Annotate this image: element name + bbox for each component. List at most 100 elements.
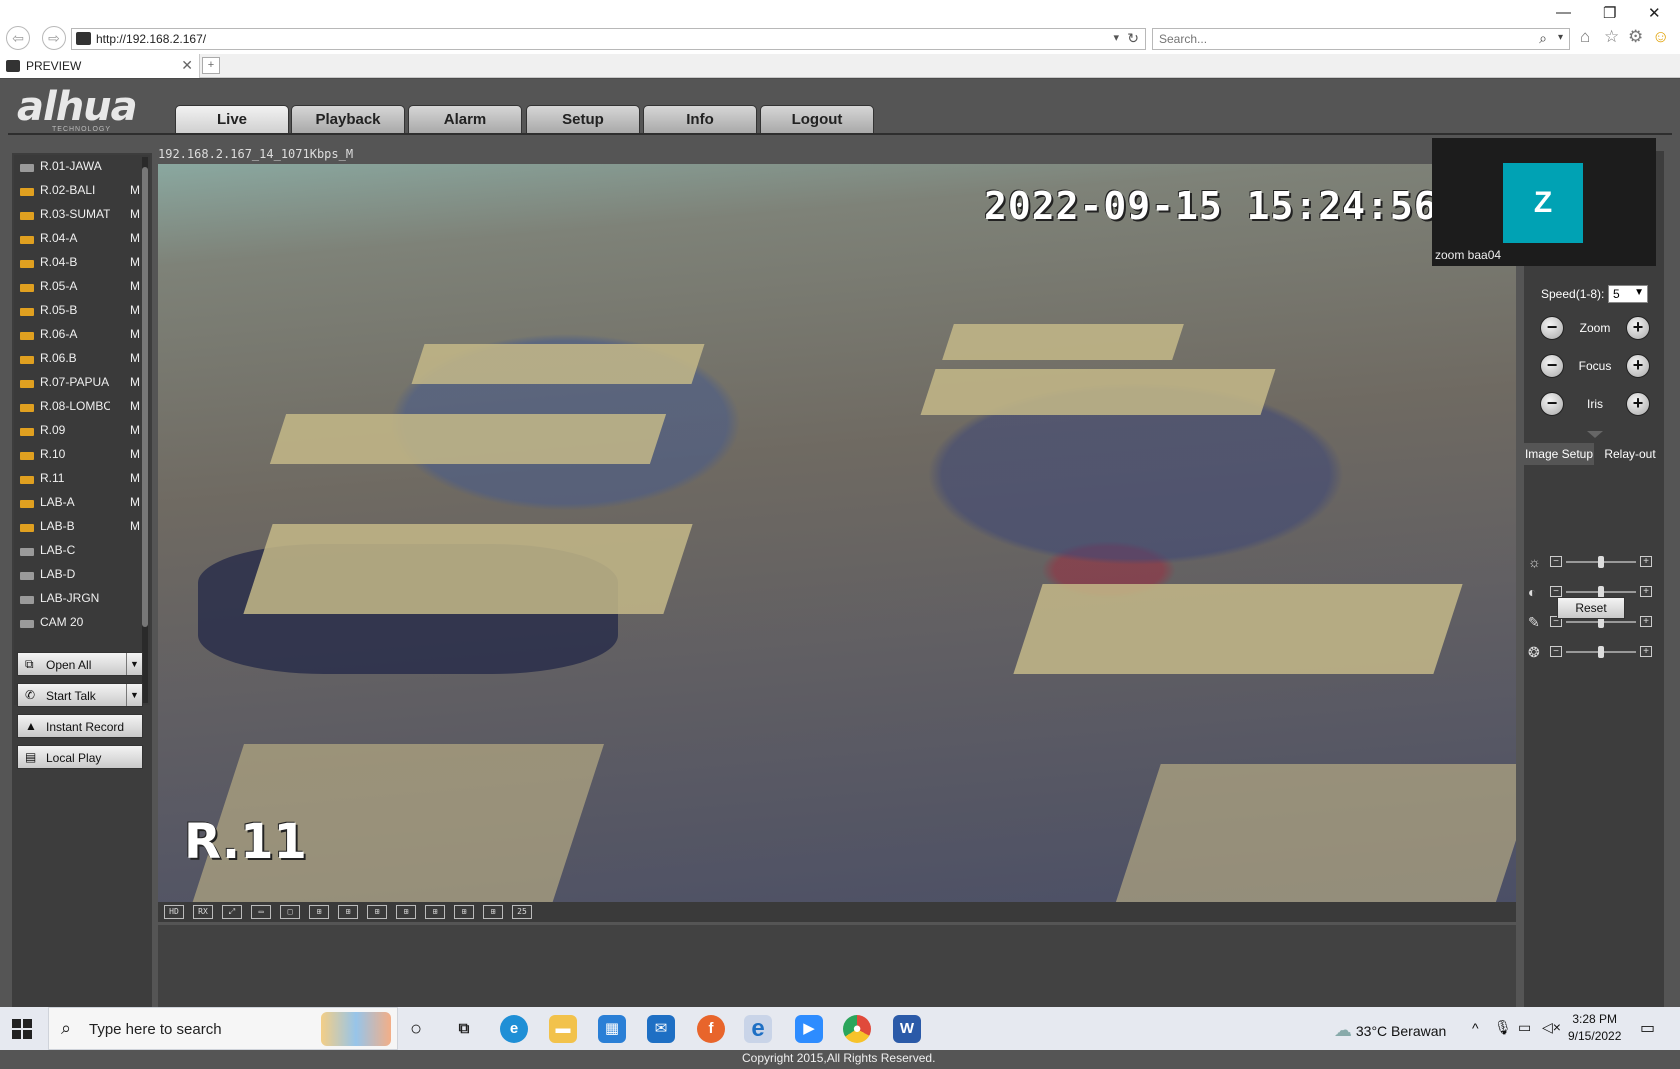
search-icon[interactable]: ⌕ (1539, 30, 1547, 47)
camera-item[interactable]: R.02-BALI M (14, 179, 144, 203)
internet-explorer-icon[interactable]: e (744, 1015, 772, 1043)
microphone-icon[interactable]: 🎙 (1494, 1019, 1512, 1062)
camera-item[interactable]: R.08-LOMBOK M (14, 395, 144, 419)
search-dropdown-icon[interactable]: ▾ (1558, 32, 1563, 43)
slider-knob[interactable] (1598, 556, 1604, 568)
cortana-icon[interactable]: ○ (402, 1015, 430, 1043)
layout-button-5[interactable]: □ (280, 905, 300, 919)
layout-button-4[interactable]: ▭ (251, 905, 271, 919)
favorites-star-icon[interactable]: ☆ (1604, 27, 1619, 47)
camera-item[interactable]: R.10 M (14, 443, 144, 467)
new-tab-button[interactable]: + (202, 57, 220, 74)
nav-tab-live[interactable]: Live (175, 105, 289, 133)
camera-item[interactable]: LAB-JRGN (14, 587, 144, 611)
iris-close-button[interactable]: − (1540, 392, 1564, 416)
zoom-out-button[interactable]: − (1540, 316, 1564, 340)
ptz-speed-select[interactable]: 5 ▼ (1608, 285, 1648, 303)
minimize-icon[interactable]: — (1556, 4, 1571, 21)
slider-track[interactable] (1566, 646, 1636, 658)
camera-list[interactable]: R.01-JAWA R.02-BALI M R.03-SUMATERA M R.04-A M… (14, 155, 150, 705)
restore-icon[interactable]: ❐ (1603, 4, 1616, 22)
layout-button-11[interactable]: ⊞ (454, 905, 474, 919)
browser-search-box[interactable]: ⌕ ▾ (1152, 28, 1570, 50)
slider-increase-button[interactable]: + (1640, 616, 1652, 627)
feedback-smiley-icon[interactable]: ☺ (1652, 27, 1669, 47)
layout-button-3[interactable]: ⤢ (222, 905, 242, 919)
focus-far-button[interactable]: + (1626, 354, 1650, 378)
camera-item[interactable]: CAM 20 (14, 611, 144, 635)
camera-item[interactable]: R.05-A M (14, 275, 144, 299)
slider-decrease-button[interactable]: − (1550, 556, 1562, 567)
forward-button[interactable]: ⇨ (42, 26, 66, 50)
browser-search-input[interactable] (1159, 32, 1499, 46)
camera-item[interactable]: LAB-D (14, 563, 144, 587)
tab-close-icon[interactable]: ✕ (181, 57, 193, 74)
slider-knob[interactable] (1598, 646, 1604, 658)
network-icon[interactable]: ▭ (1518, 1019, 1531, 1062)
volume-icon[interactable]: ◁× (1542, 1019, 1561, 1062)
mail-icon[interactable]: ✉ (647, 1015, 675, 1043)
camera-item[interactable]: R.01-JAWA (14, 155, 144, 179)
slider-increase-button[interactable]: + (1640, 556, 1652, 567)
tab-image-setup[interactable]: Image Setup (1524, 443, 1594, 465)
ptz-collapse-arrow-icon[interactable] (1587, 431, 1603, 438)
camera-item[interactable]: R.11 M (14, 467, 144, 491)
camera-item[interactable]: R.09 M (14, 419, 144, 443)
camera-item[interactable]: R.04-A M (14, 227, 144, 251)
slider-decrease-button[interactable]: − (1550, 646, 1562, 657)
slider-track[interactable] (1566, 556, 1636, 568)
layout-button-9[interactable]: ⊞ (396, 905, 416, 919)
camera-item[interactable]: LAB-A M (14, 491, 144, 515)
open-all-button[interactable]: ⧉ Open All ▼ (17, 652, 143, 676)
browser-tab-preview[interactable]: PREVIEW ✕ (0, 54, 200, 78)
slider-track[interactable] (1566, 616, 1636, 628)
layout-button-1[interactable]: HD (164, 905, 184, 919)
layout-button-13[interactable]: 25 (512, 905, 532, 919)
address-bar[interactable]: http://192.168.2.167/ ▾ ↻ (71, 28, 1146, 50)
start-talk-dropdown-icon[interactable]: ▼ (126, 684, 142, 706)
local-play-button[interactable]: ▤ Local Play (17, 745, 143, 769)
camera-item[interactable]: LAB-C (14, 539, 144, 563)
nav-tab-setup[interactable]: Setup (526, 105, 640, 133)
slider-increase-button[interactable]: + (1640, 646, 1652, 657)
nav-tab-logout[interactable]: Logout (760, 105, 874, 133)
live-video-feed[interactable]: 2022-09-15 15:24:56 R.11 (158, 164, 1516, 902)
refresh-icon[interactable]: ↻ (1127, 30, 1139, 47)
store-icon[interactable]: ▦ (598, 1015, 626, 1043)
camera-item[interactable]: R.05-B M (14, 299, 144, 323)
slider-track[interactable] (1566, 586, 1636, 598)
weather-widget[interactable]: ☁ 33°C Berawan (1334, 1020, 1446, 1063)
nav-tab-info[interactable]: Info (643, 105, 757, 133)
focus-near-button[interactable]: − (1540, 354, 1564, 378)
layout-button-7[interactable]: ⊞ (338, 905, 358, 919)
iris-open-button[interactable]: + (1626, 392, 1650, 416)
close-window-icon[interactable]: ✕ (1648, 4, 1661, 22)
word-icon[interactable]: W (893, 1015, 921, 1043)
tray-chevron-icon[interactable]: ^ (1472, 1020, 1479, 1063)
camera-item[interactable]: R.06.B M (14, 347, 144, 371)
windows-start-icon[interactable] (12, 1019, 32, 1039)
camera-item[interactable]: R.07-PAPUA M (14, 371, 144, 395)
slider-decrease-button[interactable]: − (1550, 586, 1562, 597)
scrollbar-thumb[interactable] (142, 167, 148, 627)
home-icon[interactable]: ⌂ (1580, 27, 1590, 47)
zoom-in-button[interactable]: + (1626, 316, 1650, 340)
layout-button-10[interactable]: ⊞ (425, 905, 445, 919)
address-dropdown-icon[interactable]: ▾ (1113, 31, 1119, 44)
task-view-icon[interactable]: ⧉ (450, 1015, 478, 1043)
notifications-icon[interactable]: ▭ (1640, 1018, 1655, 1061)
taskbar-search[interactable]: ⌕ Type here to search (48, 1007, 398, 1050)
layout-button-8[interactable]: ⊞ (367, 905, 387, 919)
layout-button-12[interactable]: ⊞ (483, 905, 503, 919)
reset-button[interactable]: Reset (1557, 597, 1625, 619)
camera-list-scrollbar[interactable] (142, 157, 148, 703)
clock[interactable]: 3:28 PM 9/15/2022 (1568, 1011, 1621, 1054)
camera-item[interactable]: R.04-B M (14, 251, 144, 275)
start-talk-button[interactable]: ✆ Start Talk ▼ (17, 683, 143, 707)
nav-tab-playback[interactable]: Playback (291, 105, 405, 133)
camera-item[interactable]: LAB-B M (14, 515, 144, 539)
firefox-icon[interactable]: f (697, 1015, 725, 1043)
settings-gear-icon[interactable]: ⚙ (1628, 27, 1643, 47)
instant-record-button[interactable]: ▲ Instant Record (17, 714, 143, 738)
camera-item[interactable]: R.03-SUMATERA M (14, 203, 144, 227)
